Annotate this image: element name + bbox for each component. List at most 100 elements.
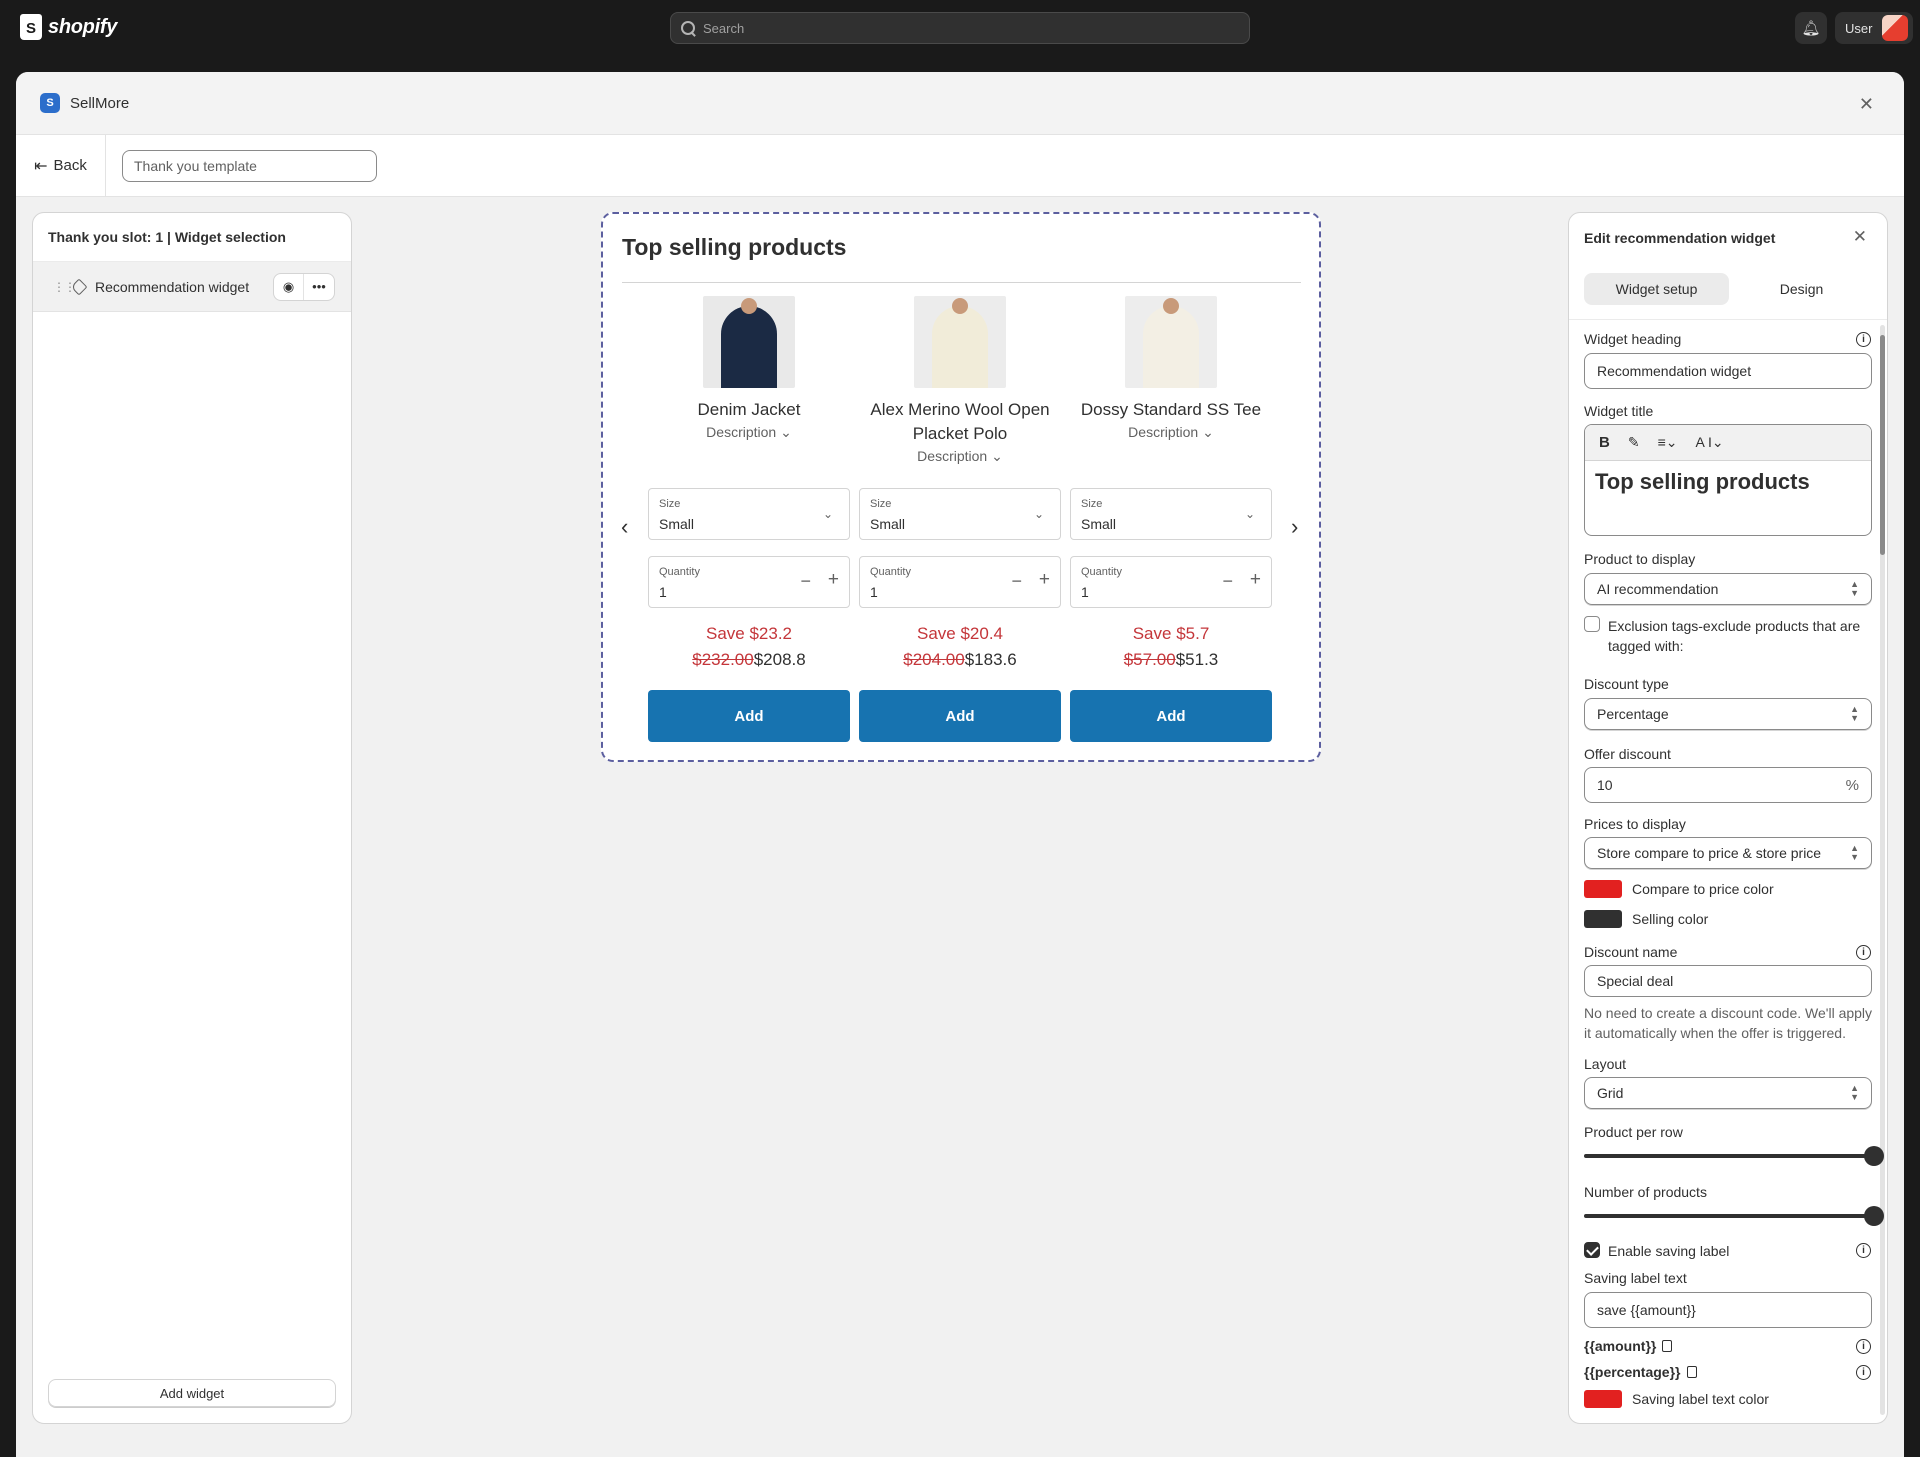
plus-icon[interactable]: + xyxy=(1250,569,1261,591)
compare-price-color-swatch[interactable] xyxy=(1584,880,1622,898)
description-label: Description xyxy=(706,424,777,440)
product-to-display-value: AI recommendation xyxy=(1597,581,1719,597)
back-button[interactable]: ⇤ Back xyxy=(16,134,106,197)
add-to-order-button[interactable]: Add xyxy=(859,690,1061,742)
size-select[interactable]: Size Small ⌄ xyxy=(1070,488,1272,540)
product-name[interactable]: Dossy Standard SS Tee xyxy=(1070,398,1272,422)
product-figure xyxy=(932,306,988,388)
add-widget-button[interactable]: Add widget xyxy=(48,1379,336,1407)
product-figure-head xyxy=(952,298,968,314)
tab-widget-setup[interactable]: Widget setup xyxy=(1584,273,1729,305)
widget-title-text[interactable]: Top selling products xyxy=(1585,461,1871,503)
search-input[interactable]: Search xyxy=(670,12,1250,44)
info-icon[interactable]: i xyxy=(1856,1243,1871,1258)
eye-icon[interactable]: ◉ xyxy=(274,273,304,300)
more-actions-icon[interactable]: ••• xyxy=(304,274,334,300)
size-select[interactable]: Size Small ⌄ xyxy=(859,488,1061,540)
quantity-value[interactable]: 1 xyxy=(659,584,667,600)
info-icon[interactable]: i xyxy=(1856,1339,1871,1354)
prices-to-display-select[interactable]: Store compare to price & store price ▲ ▼ xyxy=(1584,837,1872,869)
selling-price: $51.3 xyxy=(1175,650,1219,669)
align-icon[interactable]: ≡⌄ xyxy=(1658,434,1678,451)
drag-handle-icon[interactable]: ⋮⋮ xyxy=(53,281,76,293)
clipboard-icon[interactable] xyxy=(1686,1366,1697,1378)
prices-to-display-label: Prices to display xyxy=(1584,816,1686,832)
bold-icon[interactable]: B xyxy=(1599,434,1610,451)
description-toggle[interactable]: Description ⌄ xyxy=(859,448,1061,465)
product-name[interactable]: Alex Merino Wool Open Placket Polo xyxy=(859,398,1061,446)
product-image[interactable] xyxy=(703,296,795,388)
chevron-left-icon[interactable]: ‹ xyxy=(621,514,628,540)
select-arrows-icon: ▲ ▼ xyxy=(1850,1083,1859,1102)
size-value: Small xyxy=(870,516,906,532)
product-image[interactable] xyxy=(1125,296,1217,388)
exclusion-checkbox[interactable] xyxy=(1584,616,1600,632)
size-label: Size xyxy=(1081,498,1103,510)
select-arrows-icon: ▲ ▼ xyxy=(1850,704,1859,723)
offer-discount-input[interactable]: 10 % xyxy=(1584,767,1872,803)
tab-design[interactable]: Design xyxy=(1729,273,1874,305)
compare-price: $232.00 xyxy=(692,650,754,669)
widget-list-item[interactable]: ⋮⋮ Recommendation widget ◉ ••• xyxy=(33,262,351,312)
clipboard-icon[interactable] xyxy=(1662,1340,1673,1352)
search-placeholder: Search xyxy=(703,20,745,36)
add-to-order-button[interactable]: Add xyxy=(1070,690,1272,742)
user-label: User xyxy=(1845,20,1873,36)
close-icon[interactable]: ✕ xyxy=(1853,227,1867,247)
product-name[interactable]: Denim Jacket xyxy=(648,398,850,422)
quantity-stepper[interactable]: Quantity 1 − + xyxy=(859,556,1061,608)
size-select[interactable]: Size Small ⌄ xyxy=(648,488,850,540)
description-toggle[interactable]: Description ⌄ xyxy=(1070,424,1272,441)
product-to-display-select[interactable]: AI recommendation ▲ ▼ xyxy=(1584,573,1872,605)
amount-token-text: {{amount}} xyxy=(1584,1338,1657,1354)
app-window-header: S SellMore ✕ xyxy=(16,72,1904,135)
scrollbar[interactable] xyxy=(1880,325,1885,1415)
quantity-stepper[interactable]: Quantity 1 − + xyxy=(1070,556,1272,608)
chevron-right-icon[interactable]: › xyxy=(1291,514,1298,540)
scrollbar-thumb[interactable] xyxy=(1880,335,1885,555)
plus-icon[interactable]: + xyxy=(828,569,839,591)
number-of-products-slider[interactable] xyxy=(1584,1206,1884,1226)
text-color-icon[interactable]: ✎ xyxy=(1628,434,1640,451)
selling-color-swatch[interactable] xyxy=(1584,910,1622,928)
saving-label-color-swatch[interactable] xyxy=(1584,1390,1622,1408)
discount-name-input[interactable]: Special deal xyxy=(1584,965,1872,997)
product-per-row-label: Product per row xyxy=(1584,1124,1683,1140)
product-per-row-slider[interactable] xyxy=(1584,1146,1884,1166)
panel-tabs: Widget setup Design xyxy=(1584,273,1874,305)
rich-text-toolbar: B ✎ ≡⌄ A I⌄ xyxy=(1585,425,1871,461)
quantity-stepper[interactable]: Quantity 1 − + xyxy=(648,556,850,608)
widget-title-editor[interactable]: B ✎ ≡⌄ A I⌄ Top selling products xyxy=(1584,424,1872,536)
app-title: SellMore xyxy=(70,94,130,112)
saving-label-text-input[interactable]: save {{amount}} xyxy=(1584,1292,1872,1328)
template-name-input[interactable]: Thank you template xyxy=(122,149,377,182)
quantity-value[interactable]: 1 xyxy=(1081,584,1089,600)
description-toggle[interactable]: Description ⌄ xyxy=(648,424,850,441)
info-icon[interactable]: i xyxy=(1856,332,1871,347)
notifications-button[interactable]: 🔔︎ xyxy=(1795,12,1827,44)
quantity-value[interactable]: 1 xyxy=(870,584,878,600)
widget-heading-input[interactable]: Recommendation widget xyxy=(1584,353,1872,389)
chevron-down-icon: ⌄ xyxy=(1202,424,1214,440)
price-row: $57.00$51.3 xyxy=(1070,650,1272,670)
selling-price: $208.8 xyxy=(753,650,806,669)
discount-type-value: Percentage xyxy=(1597,706,1669,722)
info-icon[interactable]: i xyxy=(1856,945,1871,960)
percentage-token[interactable]: {{percentage}} xyxy=(1584,1364,1697,1380)
minus-icon[interactable]: − xyxy=(1222,571,1233,592)
close-icon[interactable]: ✕ xyxy=(1859,94,1874,115)
shopify-logo[interactable]: shopify xyxy=(20,14,117,40)
layout-select[interactable]: Grid ▲ ▼ xyxy=(1584,1077,1872,1109)
amount-token[interactable]: {{amount}} xyxy=(1584,1338,1673,1354)
add-to-order-button[interactable]: Add xyxy=(648,690,850,742)
price-row: $232.00$208.8 xyxy=(648,650,850,670)
plus-icon[interactable]: + xyxy=(1039,569,1050,591)
user-menu-button[interactable]: User xyxy=(1835,12,1913,44)
enable-saving-label-checkbox[interactable] xyxy=(1584,1242,1600,1258)
minus-icon[interactable]: − xyxy=(1011,571,1022,592)
discount-type-select[interactable]: Percentage ▲ ▼ xyxy=(1584,698,1872,730)
info-icon[interactable]: i xyxy=(1856,1365,1871,1380)
product-image[interactable] xyxy=(914,296,1006,388)
font-size-icon[interactable]: A I⌄ xyxy=(1695,434,1723,451)
minus-icon[interactable]: − xyxy=(800,571,811,592)
